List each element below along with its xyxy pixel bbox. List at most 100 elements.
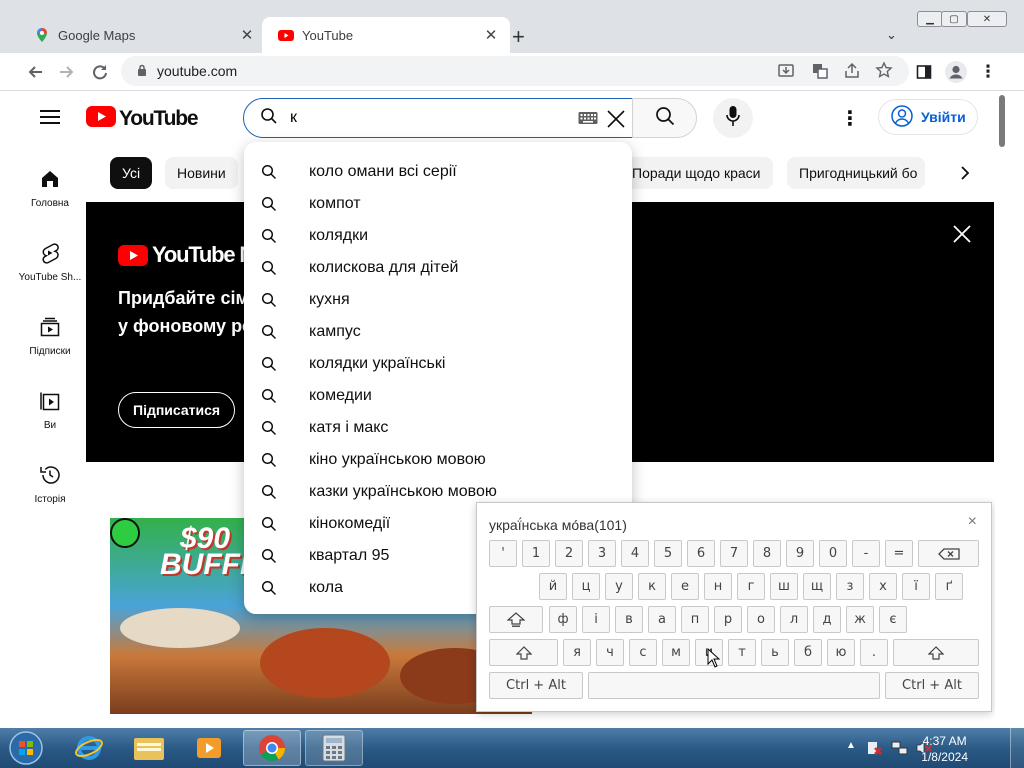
left-shift-key[interactable] [489,639,558,666]
suggestion-item[interactable]: комедии [244,380,632,412]
key[interactable]: = [885,540,913,567]
taskbar-ie[interactable] [60,730,118,766]
system-clock[interactable]: 4:37 AM 1/8/2024 [921,733,968,765]
right-ctrl-alt-key[interactable]: Ctrl + Alt [885,672,979,699]
share-icon[interactable] [843,62,861,83]
minimize-button[interactable]: ▁ [917,11,943,27]
youtube-logo[interactable]: YouTube [86,106,199,132]
space-key[interactable] [588,672,880,699]
key[interactable]: 5 [654,540,682,567]
keyboard-icon[interactable] [578,111,598,130]
key[interactable]: . [860,639,888,666]
key[interactable]: - [852,540,880,567]
key[interactable]: т [728,639,756,666]
backspace-key[interactable] [918,540,979,567]
caps-lock-key[interactable] [489,606,543,633]
action-center-icon[interactable] [866,739,884,762]
key[interactable]: н [704,573,732,600]
taskbar-media-player[interactable] [180,730,238,766]
sign-in-button[interactable]: Увійти [878,99,978,135]
taskbar-chrome[interactable] [243,730,301,766]
key[interactable]: 3 [588,540,616,567]
key[interactable]: е [671,573,699,600]
maximize-button[interactable]: ▢ [941,11,967,27]
key[interactable]: г [737,573,765,600]
key[interactable]: в [615,606,643,633]
sidebar-item-history[interactable]: Історія [14,464,86,505]
sidebar-item-shorts[interactable]: YouTube Sh... [14,242,86,283]
key[interactable]: у [605,573,633,600]
key[interactable]: щ [803,573,831,600]
suggestion-item[interactable]: катя і макс [244,412,632,444]
close-icon[interactable]: ✕ [482,26,500,44]
taskbar-explorer[interactable] [120,730,178,766]
taskbar-keyboard-app[interactable] [305,730,363,766]
key[interactable]: ж [846,606,874,633]
new-tab-button[interactable]: + [512,24,525,50]
suggestion-item[interactable]: кіно українською мовою [244,444,632,476]
key[interactable]: ' [489,540,517,567]
suggestion-item[interactable]: кампус [244,316,632,348]
window-close-button[interactable]: ✕ [967,11,1007,27]
key[interactable]: 4 [621,540,649,567]
search-input[interactable] [290,109,560,127]
suggestion-item[interactable]: компот [244,188,632,220]
tab-youtube[interactable]: YouTube ✕ [262,17,510,53]
chip-adventure[interactable]: Пригодницький бо [787,157,925,189]
page-scrollbar[interactable] [995,91,1009,728]
key[interactable]: о [747,606,775,633]
key[interactable]: м [662,639,690,666]
tab-google-maps[interactable]: Google Maps ✕ [18,17,266,53]
key[interactable]: ь [761,639,789,666]
key[interactable]: з [836,573,864,600]
key[interactable]: р [714,606,742,633]
key[interactable]: п [681,606,709,633]
key[interactable]: і [582,606,610,633]
chip-all[interactable]: Усі [110,157,153,189]
clear-search-icon[interactable] [606,109,626,134]
side-panel-icon[interactable] [913,61,935,83]
profile-avatar-icon[interactable] [945,61,967,83]
key[interactable]: 8 [753,540,781,567]
install-app-icon[interactable] [777,62,795,83]
sidebar-item-home[interactable]: Головна [14,168,86,209]
close-icon[interactable] [952,224,972,249]
address-bar[interactable]: youtube.com [121,56,909,86]
suggestion-item[interactable]: колискова для дітей [244,252,632,284]
right-shift-key[interactable] [893,639,979,666]
key[interactable]: д [813,606,841,633]
sidebar-item-you[interactable]: Ви [14,390,86,431]
key[interactable]: й [539,573,567,600]
key[interactable]: ш [770,573,798,600]
key[interactable]: 1 [522,540,550,567]
reload-icon[interactable] [89,61,111,83]
subscribe-button[interactable]: Підписатися [118,392,236,428]
suggestion-item[interactable]: коло омани всі серії [244,156,632,188]
key[interactable]: а [648,606,676,633]
left-ctrl-alt-key[interactable]: Ctrl + Alt [489,672,583,699]
scrollbar-thumb[interactable] [999,95,1005,147]
translate-icon[interactable] [811,62,829,83]
hamburger-menu-icon[interactable] [40,109,60,130]
forward-arrow-icon[interactable] [56,61,78,83]
key[interactable]: к [638,573,666,600]
chip-news[interactable]: Новини [165,157,238,189]
suggestion-item[interactable]: кухня [244,284,632,316]
key[interactable]: ч [596,639,624,666]
back-arrow-icon[interactable] [24,61,46,83]
browser-menu-icon[interactable]: ⋮ [977,61,999,83]
key[interactable]: 7 [720,540,748,567]
key[interactable]: ґ [935,573,963,600]
close-icon[interactable]: ✕ [238,26,256,44]
key[interactable]: б [794,639,822,666]
key[interactable]: ю [827,639,855,666]
key[interactable]: л [780,606,808,633]
show-desktop-button[interactable] [1010,728,1024,768]
keyboard-close-button[interactable]: × [968,513,977,531]
bookmark-star-icon[interactable] [875,61,893,82]
tray-expand-icon[interactable]: ▲ [846,740,856,751]
suggestion-item[interactable]: колядки українські [244,348,632,380]
chip-beauty-tips[interactable]: Поради щодо краси [620,157,773,189]
search-button[interactable] [632,98,697,138]
tab-search-icon[interactable]: ⌄ [886,27,897,43]
